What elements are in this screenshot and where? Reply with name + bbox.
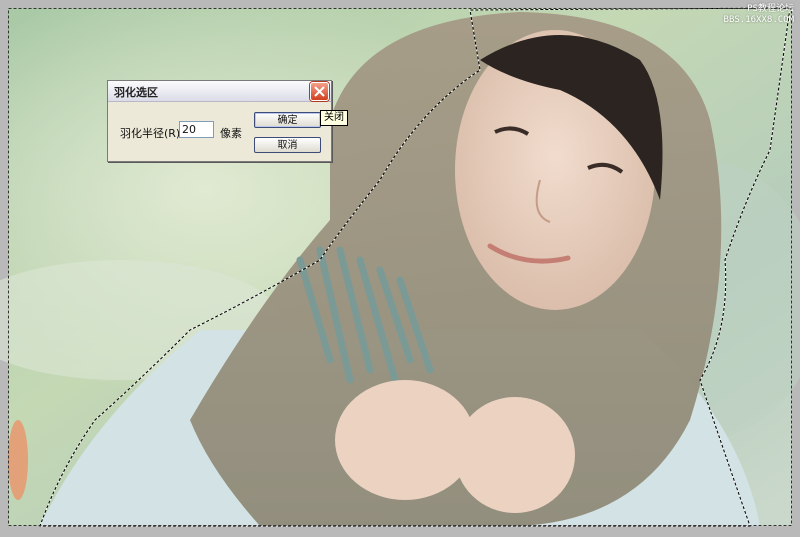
watermark-url: BBS.16XX8.COM [723,15,794,25]
dialog-title: 羽化选区 [114,86,158,99]
watermark: PS教程论坛 BBS.16XX8.COM [724,4,794,26]
cancel-button[interactable]: 取消 [254,137,321,153]
watermark-title: PS教程论坛 [747,4,794,14]
close-icon [314,86,325,97]
feather-selection-dialog: 羽化选区 羽化半径(R): 像素 确定 取消 [107,80,332,162]
close-tooltip: 关闭 [320,110,348,126]
close-button[interactable] [310,82,329,101]
feather-radius-label: 羽化半径(R): [120,127,184,140]
ok-button[interactable]: 确定 [254,112,321,128]
feather-radius-input[interactable] [179,121,214,138]
dialog-titlebar[interactable]: 羽化选区 [108,81,331,102]
pixel-unit-label: 像素 [220,127,242,140]
